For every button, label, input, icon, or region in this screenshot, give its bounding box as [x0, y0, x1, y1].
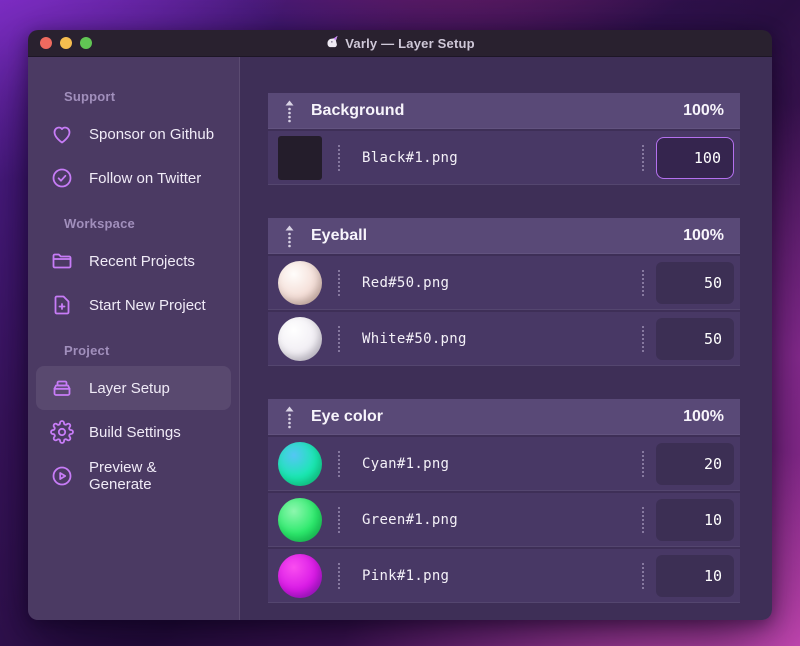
layer-filename: Cyan#1.png [362, 456, 450, 472]
row-separator [642, 326, 644, 352]
row-separator [642, 270, 644, 296]
sidebar-item-build-settings[interactable]: Build Settings [36, 410, 231, 454]
layer-filename: Red#50.png [362, 275, 450, 291]
layer-group-header[interactable]: Eyeball 100% [268, 218, 740, 254]
drag-handle-icon[interactable] [284, 99, 295, 123]
layer-weight-input[interactable] [656, 137, 734, 179]
layer-thumbnail [278, 136, 322, 180]
layer-group-title: Eye color [311, 408, 384, 425]
row-separator [338, 270, 340, 296]
sidebar-item-preview-generate[interactable]: Preview & Generate [36, 454, 231, 498]
app-window: Varly — Layer Setup Support Sponsor on G… [28, 30, 772, 620]
row-separator [338, 451, 340, 477]
heart-icon [50, 122, 74, 146]
folder-icon [50, 249, 74, 273]
drag-handle-icon[interactable] [284, 224, 295, 248]
sidebar-item-label: Start New Project [89, 296, 206, 314]
badge-check-icon [50, 166, 74, 190]
sidebar-item-label: Sponsor on Github [89, 125, 215, 143]
layer-group-title: Background [311, 102, 405, 119]
row-separator [642, 145, 644, 171]
window-title-text: Varly — Layer Setup [345, 35, 475, 51]
sidebar-section-label: Support [64, 89, 116, 104]
layer-group: Eye color 100% Cyan#1.png Green#1.png Pi… [268, 399, 740, 603]
layer-group-weight: 100% [683, 408, 724, 425]
window-title: Varly — Layer Setup [28, 34, 772, 52]
layer-weight-input[interactable] [656, 443, 734, 485]
layer-list: Background 100% Black#1.png Eyeball 100% [240, 57, 772, 620]
layer-thumbnail [278, 554, 322, 598]
layer-filename: Pink#1.png [362, 568, 450, 584]
row-separator [338, 145, 340, 171]
layer-group-title: Eyeball [311, 227, 368, 244]
layer-thumbnail [278, 317, 322, 361]
sidebar-item-sponsor-on-github[interactable]: Sponsor on Github [36, 112, 231, 156]
layer-weight-input[interactable] [656, 499, 734, 541]
layer-weight-input[interactable] [656, 555, 734, 597]
sidebar-item-label: Follow on Twitter [89, 169, 202, 187]
layers-box-icon [50, 376, 74, 400]
layer-row[interactable]: Red#50.png [268, 256, 740, 310]
layer-thumbnail [278, 498, 322, 542]
layer-group: Background 100% Black#1.png [268, 93, 740, 185]
layer-row[interactable]: Pink#1.png [268, 549, 740, 603]
sidebar-section: Support Sponsor on Github Follow on Twit… [28, 89, 239, 200]
titlebar[interactable]: Varly — Layer Setup [28, 30, 772, 57]
layer-group-header[interactable]: Eye color 100% [268, 399, 740, 435]
layer-group-weight: 100% [683, 227, 724, 244]
sidebar-section-label: Project [64, 343, 110, 358]
window-body: Support Sponsor on Github Follow on Twit… [28, 57, 772, 620]
play-circle-icon [50, 464, 74, 488]
sidebar: Support Sponsor on Github Follow on Twit… [28, 57, 240, 620]
sidebar-item-layer-setup[interactable]: Layer Setup [36, 366, 231, 410]
layer-row[interactable]: Black#1.png [268, 131, 740, 185]
sidebar-item-recent-projects[interactable]: Recent Projects [36, 239, 231, 283]
sidebar-item-label: Recent Projects [89, 252, 195, 270]
layer-group-weight: 100% [683, 102, 724, 119]
sidebar-item-follow-on-twitter[interactable]: Follow on Twitter [36, 156, 231, 200]
layer-filename: White#50.png [362, 331, 467, 347]
layer-filename: Black#1.png [362, 150, 459, 166]
layer-rows: Cyan#1.png Green#1.png Pink#1.png [268, 437, 740, 603]
drag-handle-icon[interactable] [284, 405, 295, 429]
layer-group-header[interactable]: Background 100% [268, 93, 740, 129]
sidebar-section: Workspace Recent Projects Start New Proj… [28, 216, 239, 327]
row-separator [642, 507, 644, 533]
sidebar-item-label: Build Settings [89, 423, 181, 441]
layer-thumbnail [278, 261, 322, 305]
file-plus-icon [50, 293, 74, 317]
row-separator [338, 563, 340, 589]
sidebar-item-label: Preview & Generate [89, 459, 157, 493]
layer-row[interactable]: Cyan#1.png [268, 437, 740, 491]
layer-weight-input[interactable] [656, 262, 734, 304]
layer-rows: Black#1.png [268, 131, 740, 185]
sidebar-item-label: Layer Setup [89, 379, 170, 397]
layer-weight-input[interactable] [656, 318, 734, 360]
row-separator [338, 326, 340, 352]
layer-filename: Green#1.png [362, 512, 459, 528]
layer-row[interactable]: White#50.png [268, 312, 740, 366]
layer-group: Eyeball 100% Red#50.png White#50.png [268, 218, 740, 366]
gear-icon [50, 420, 74, 444]
layer-thumbnail [278, 442, 322, 486]
sidebar-section: Project Layer Setup Build Settings Previ… [28, 343, 239, 498]
sidebar-item-start-new-project[interactable]: Start New Project [36, 283, 231, 327]
row-separator [642, 451, 644, 477]
layer-row[interactable]: Green#1.png [268, 493, 740, 547]
row-separator [338, 507, 340, 533]
layer-rows: Red#50.png White#50.png [268, 256, 740, 366]
unicorn-icon [325, 34, 340, 52]
row-separator [642, 563, 644, 589]
sidebar-section-label: Workspace [64, 216, 135, 231]
